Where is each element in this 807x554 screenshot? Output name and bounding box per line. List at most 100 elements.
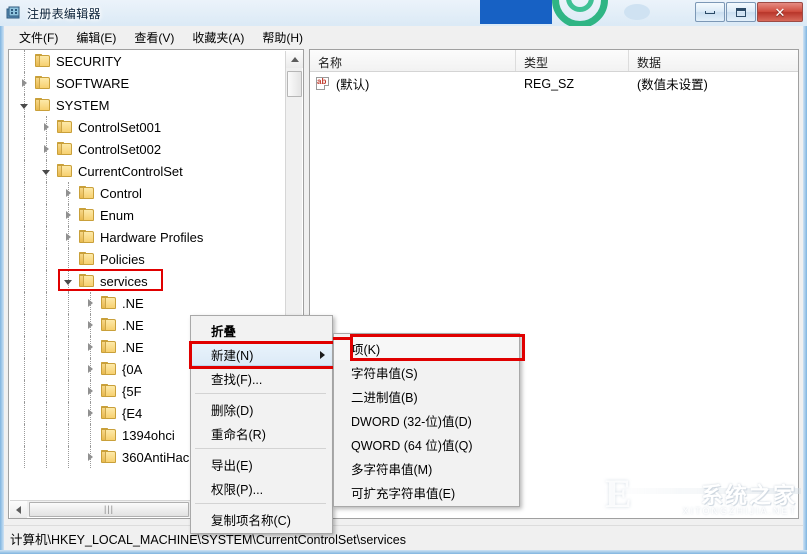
tree-expander-collapsed-icon[interactable]: [85, 446, 95, 468]
context-menu-label: 新建(N): [211, 348, 254, 363]
tree-item-policies[interactable]: Policies: [9, 248, 285, 270]
folder-icon: [79, 252, 95, 266]
list-body: ab (默认) REG_SZ (数值未设置): [310, 72, 798, 95]
submenu-item-dword-value[interactable]: DWORD (32-位)值(D): [334, 408, 519, 432]
submenu-item-expandable-string-value[interactable]: 可扩充字符串值(E): [334, 480, 519, 504]
menu-favorites[interactable]: 收藏夹(A): [183, 26, 253, 49]
tree-item-software[interactable]: SOFTWARE: [9, 72, 285, 94]
scroll-grip-icon: |||: [103, 504, 114, 514]
folder-icon: [101, 296, 117, 310]
column-header-type[interactable]: 类型: [516, 50, 629, 71]
chevron-up-icon: [290, 57, 299, 62]
scroll-left-button[interactable]: [10, 501, 27, 518]
tree-expander-collapsed-icon[interactable]: [63, 182, 73, 204]
table-row[interactable]: ab (默认) REG_SZ (数值未设置): [310, 72, 798, 95]
context-menu-item-find[interactable]: 查找(F)...: [191, 366, 332, 390]
menu-file[interactable]: 文件(F): [10, 26, 67, 49]
minimize-button[interactable]: [695, 2, 725, 22]
tree-item-ne[interactable]: .NE: [9, 292, 285, 314]
tree-expander-collapsed-icon[interactable]: [85, 358, 95, 380]
tree-context-menu[interactable]: 折叠 新建(N) 查找(F)... 删除(D) 重命名(R) 导出(E) 权限(…: [189, 315, 336, 534]
context-menu-separator: [195, 503, 326, 504]
context-menu-item-new[interactable]: 新建(N): [189, 341, 336, 369]
tree-guide-line: [24, 358, 25, 380]
tree-item-label: ControlSet001: [78, 119, 162, 135]
tree-expander-collapsed-icon[interactable]: [85, 380, 95, 402]
tree-guide-line: [24, 116, 25, 138]
tree-expander-collapsed-icon[interactable]: [41, 138, 51, 160]
context-menu-item-collapse[interactable]: 折叠: [191, 318, 332, 342]
tree-item-security[interactable]: SECURITY: [9, 50, 285, 72]
tree-guide-line: [24, 160, 25, 182]
tree-item-services[interactable]: services: [9, 270, 285, 292]
context-menu-item-permissions[interactable]: 权限(P)...: [191, 476, 332, 500]
tree-expander-collapsed-icon[interactable]: [63, 204, 73, 226]
list-header-row: 名称 类型 数据: [310, 50, 798, 72]
submenu-item-qword-value[interactable]: QWORD (64 位)值(Q): [334, 432, 519, 456]
menu-edit[interactable]: 编辑(E): [67, 26, 125, 49]
tree-item-system[interactable]: SYSTEM: [9, 94, 285, 116]
context-menu-item-export[interactable]: 导出(E): [191, 452, 332, 476]
highlight-connector: [333, 337, 351, 340]
tree-item-label: {0A: [122, 361, 143, 377]
tree-guide-line: [68, 358, 69, 380]
context-menu-item-copy-key-name[interactable]: 复制项名称(C): [191, 507, 332, 531]
close-button[interactable]: ✕: [757, 2, 803, 22]
tree-guide-line: [46, 314, 47, 336]
tree-guide-line: [24, 402, 25, 424]
maximize-icon: [736, 7, 746, 17]
tree-expander-collapsed-icon[interactable]: [85, 336, 95, 358]
column-header-data[interactable]: 数据: [629, 50, 798, 71]
tree-expander-collapsed-icon[interactable]: [85, 292, 95, 314]
column-header-name[interactable]: 名称: [310, 50, 516, 71]
folder-icon: [79, 186, 95, 200]
window-border-right: [803, 26, 807, 554]
folder-icon: [101, 428, 117, 442]
context-menu-item-rename[interactable]: 重命名(R): [191, 421, 332, 445]
tree-guide-line: [68, 314, 69, 336]
tree-item-currentcontrolset[interactable]: CurrentControlSet: [9, 160, 285, 182]
folder-icon: [57, 120, 73, 134]
submenu-item-key[interactable]: 项(K): [334, 336, 519, 360]
folder-icon: [79, 230, 95, 244]
submenu-item-multi-string-value[interactable]: 多字符串值(M): [334, 456, 519, 480]
tree-guide-line: [24, 50, 25, 72]
folder-icon: [101, 450, 117, 464]
tree-item-controlset002[interactable]: ControlSet002: [9, 138, 285, 160]
submenu-item-binary-value[interactable]: 二进制值(B): [334, 384, 519, 408]
window-title: 注册表编辑器: [27, 6, 101, 21]
scroll-up-button[interactable]: [286, 51, 303, 68]
tree-expander-expanded-icon[interactable]: [63, 270, 73, 292]
tree-guide-line: [68, 446, 69, 468]
value-name-text: (默认): [336, 78, 370, 92]
menu-help[interactable]: 帮助(H): [253, 26, 312, 49]
tree-item-label: .NE: [122, 317, 144, 333]
tree-guide-line: [68, 424, 69, 446]
title-bar[interactable]: 注册表编辑器 ✕: [0, 0, 807, 26]
context-menu-label: 删除(D): [211, 403, 254, 418]
menu-view[interactable]: 查看(V): [125, 26, 183, 49]
tree-guide-line: [24, 226, 25, 248]
tree-expander-expanded-icon[interactable]: [19, 94, 29, 116]
submenu-item-string-value[interactable]: 字符串值(S): [334, 360, 519, 384]
tree-item-controlset001[interactable]: ControlSet001: [9, 116, 285, 138]
maximize-button[interactable]: [726, 2, 756, 22]
tree-expander-collapsed-icon[interactable]: [63, 226, 73, 248]
tree-item-label: services: [100, 273, 148, 289]
tree-item-enum[interactable]: Enum: [9, 204, 285, 226]
context-menu-label: 权限(P)...: [211, 482, 264, 497]
tree-expander-expanded-icon[interactable]: [41, 160, 51, 182]
tree-item-hardware-profiles[interactable]: Hardware Profiles: [9, 226, 285, 248]
tree-expander-collapsed-icon[interactable]: [85, 314, 95, 336]
tree-hscroll-thumb[interactable]: |||: [29, 502, 189, 517]
tree-item-control[interactable]: Control: [9, 182, 285, 204]
registry-editor-icon: [6, 5, 22, 21]
tree-expander-collapsed-icon[interactable]: [19, 72, 29, 94]
context-menu-label: 导出(E): [211, 458, 253, 473]
context-menu-item-delete[interactable]: 删除(D): [191, 397, 332, 421]
new-submenu[interactable]: 项(K) 字符串值(S) 二进制值(B) DWORD (32-位)值(D) QW…: [333, 333, 525, 507]
tree-vscroll-thumb[interactable]: [287, 71, 302, 97]
tree-expander-collapsed-icon[interactable]: [85, 402, 95, 424]
tree-expander-collapsed-icon[interactable]: [41, 116, 51, 138]
tree-item-label: .NE: [122, 295, 144, 311]
